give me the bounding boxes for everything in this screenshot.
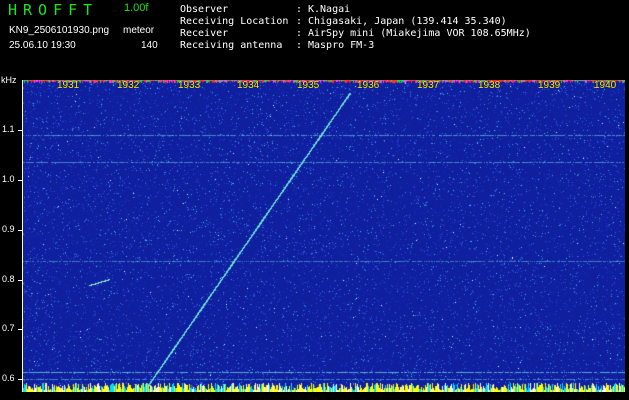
y-tick-label: 0.7: [2, 323, 15, 333]
time-tick-label: 1935: [297, 80, 320, 91]
y-axis-unit: kHz: [1, 75, 17, 85]
time-tick-label: 1931: [57, 80, 80, 91]
meta-label: meteor: [123, 25, 155, 36]
y-tick-label: 0.6: [2, 373, 15, 383]
header-colon: :: [296, 16, 303, 27]
time-tick-label: 1936: [357, 80, 380, 91]
header-key-observer: Observer: [180, 4, 229, 15]
app-version: 1.00f: [124, 2, 149, 14]
y-tick: [18, 180, 22, 181]
time-tick-label: 1940: [594, 80, 617, 91]
time-tick-label: 1939: [538, 80, 561, 91]
y-tick: [18, 230, 22, 231]
header-key-location: Receiving Location: [180, 16, 289, 27]
y-tick: [18, 280, 22, 281]
time-tick-label: 1933: [178, 80, 201, 91]
time-tick-label: 1934: [237, 80, 260, 91]
y-tick-label: 1.1: [2, 124, 15, 134]
capture-datetime: 25.06.10 19:30: [9, 40, 76, 51]
header-colon: :: [296, 28, 303, 39]
y-tick: [18, 130, 22, 131]
header-colon: :: [296, 4, 303, 15]
spectrogram-plot[interactable]: [23, 80, 625, 392]
time-tick-label: 1938: [478, 80, 501, 91]
y-tick-label: 1.0: [2, 174, 15, 184]
time-tick-label: 1932: [117, 80, 140, 91]
header-key-receiver: Receiver: [180, 28, 229, 39]
header-value-location: Chigasaki, Japan (139.414 35.340): [308, 16, 507, 27]
meteor-count: 140: [141, 40, 158, 51]
header-key-antenna: Receiving antenna: [180, 40, 283, 51]
y-tick: [18, 329, 22, 330]
header-value-observer: K.Nagai: [308, 4, 351, 15]
y-tick-label: 0.9: [2, 224, 15, 234]
header-value-antenna: Maspro FM-3: [308, 40, 375, 51]
header-colon: :: [296, 40, 303, 51]
file-name: KN9_2506101930.png: [9, 25, 110, 36]
app-title: HROFFT: [8, 1, 99, 19]
y-tick: [18, 379, 22, 380]
time-tick-label: 1937: [417, 80, 440, 91]
header-value-receiver: AirSpy mini (Miakejima VOR 108.65MHz): [308, 28, 531, 39]
y-tick-label: 0.8: [2, 274, 15, 284]
